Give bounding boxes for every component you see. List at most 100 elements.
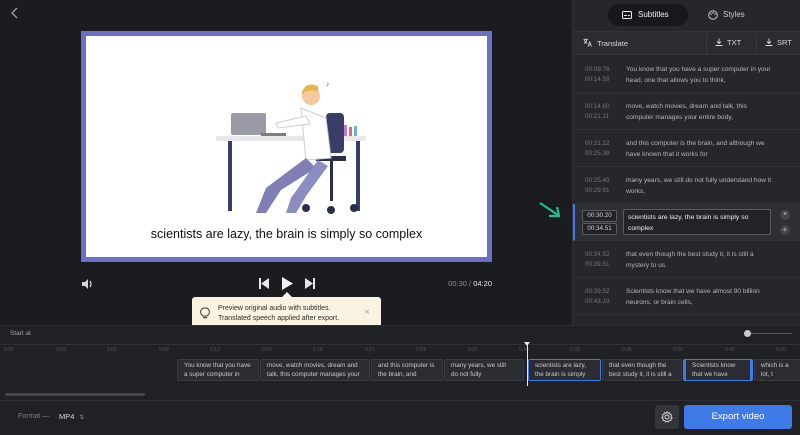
translate-button[interactable]: Translate [583, 38, 628, 48]
lightbulb-icon [200, 307, 210, 319]
clip-line: Scientists know [692, 362, 736, 369]
time-display: 00:30 / 04:20 [448, 279, 492, 288]
clip-line: the brain is simply [535, 370, 586, 378]
download-txt-button[interactable]: TXT [715, 38, 741, 47]
subtitle-text[interactable]: and this computer is the brain, and alth… [626, 138, 776, 160]
subtitle-item[interactable]: 00:21.12 00:25.39 and this computer is th… [573, 130, 800, 167]
toolbar-divider [756, 34, 757, 54]
clip-line: scientists are lazy, [535, 362, 586, 369]
export-video-button[interactable]: Export video [684, 405, 792, 429]
timeline-scrollbar[interactable] [5, 393, 145, 396]
ruler-tick: 0:18 [313, 347, 323, 353]
download-icon [765, 38, 773, 46]
subtitle-text[interactable]: Scientists know that we have almost 90 b… [626, 286, 776, 308]
volume-icon[interactable] [80, 277, 94, 291]
clip-line: and this computer is [378, 362, 435, 369]
subtitle-text-field[interactable]: scientists are lazy, the brain is simply… [623, 209, 771, 235]
translate-icon [583, 38, 592, 47]
subtitle-clip[interactable]: that even though the best study it, it is… [602, 359, 682, 381]
end-time: 00:43.19 [585, 298, 610, 305]
ruler-tick: 0:15 [262, 347, 272, 353]
subtitle-clip[interactable]: which is a lot, tis [754, 359, 800, 381]
timeline: Start at 0:00 0:03 0:06 0:09 0:12 0:15 0… [0, 325, 800, 400]
tab-styles[interactable]: Styles [701, 4, 761, 26]
subtitle-times: 00:34.52 00:39.51 [585, 250, 610, 270]
zoom-slider-track[interactable] [746, 333, 792, 334]
end-time: 00:21.11 [585, 113, 610, 120]
play-icon[interactable] [280, 276, 294, 291]
video-preview[interactable]: ♪ scientists are lazy, the brain is simp… [81, 31, 492, 262]
clip-line: which is a lot, t [761, 362, 789, 378]
start-time: 00:14.60 [585, 103, 610, 110]
clip-line: the brain, and [378, 370, 417, 378]
format-select[interactable]: MP4 ⇅ [59, 412, 84, 421]
clip-line: that even though the [609, 362, 667, 369]
start-time: 00:25.40 [585, 177, 610, 184]
subtitle-times: 00:14.60 00:21.11 [585, 102, 610, 122]
subtitle-item[interactable]: 00:09:76 00:14.59 You know that you have … [573, 56, 800, 93]
ruler-tick: 0:12 [210, 347, 220, 353]
tooltip-line2: Translated speech applied after export. [218, 315, 340, 322]
download-srt-button[interactable]: SRT [765, 38, 792, 47]
subtitles-panel: Subtitles Styles Translate TXT SRT 00:09… [572, 0, 800, 325]
back-button[interactable] [8, 6, 22, 20]
start-time: 00:21.12 [585, 140, 610, 147]
palette-icon [708, 10, 718, 20]
time-ruler[interactable]: 0:00 0:03 0:06 0:09 0:12 0:15 0:18 0:21 … [0, 344, 800, 356]
zoom-slider-handle[interactable] [744, 330, 751, 337]
ruler-tick: 0:27 [468, 347, 478, 353]
settings-button[interactable] [655, 405, 679, 429]
subtitle-text[interactable]: You know that you have a super computer … [626, 64, 776, 86]
time-separator: / [469, 279, 472, 288]
current-time: 00:30 [448, 279, 467, 288]
subtitle-text[interactable]: many years, we still do not fully unders… [626, 175, 776, 197]
subtitle-clip-highlighted[interactable]: Scientists know that we have [683, 359, 753, 381]
playhead[interactable] [524, 342, 530, 386]
tooltip-line1: Preview original audio with subtitles. [218, 305, 331, 312]
delete-subtitle-button[interactable]: × [780, 210, 790, 220]
subtitle-times: 00:21.12 00:25.39 [585, 139, 610, 159]
close-icon[interactable]: × [364, 308, 370, 318]
playback-controls: 00:30 / 04:20 [75, 276, 500, 292]
clip-line: a super computer in [184, 370, 240, 378]
clip-line: best study it, it is still a [609, 370, 672, 378]
svg-text:♪: ♪ [326, 81, 330, 88]
skip-next-icon[interactable] [304, 277, 316, 290]
subtitle-item[interactable]: 00:25.40 00:29.91 many years, we still do… [573, 167, 800, 204]
end-time: 00:29.91 [585, 187, 610, 194]
ruler-tick: 0:00 [4, 347, 14, 353]
start-at-label: Start at [10, 330, 31, 337]
subtitle-item-active[interactable]: 00:30.20 00:34.51 scientists are lazy, t… [573, 204, 800, 241]
download-icon [715, 38, 723, 46]
total-time: 04:20 [473, 279, 492, 288]
subtitle-clip[interactable]: move, watch movies, dream and talk, this … [260, 359, 370, 381]
translate-label: Translate [597, 39, 628, 48]
panel-tabs: Subtitles Styles [573, 0, 800, 30]
video-caption: scientists are lazy, the brain is simply… [150, 227, 423, 241]
start-time-field[interactable]: 00:30.20 [582, 210, 617, 222]
ruler-tick: 0:09 [159, 347, 169, 353]
subtitle-item[interactable]: 00:14.60 00:21.11 move, watch movies, dre… [573, 93, 800, 130]
subtitle-clip[interactable]: many years, we still do not fully [444, 359, 524, 381]
ruler-tick: 0:03 [56, 347, 66, 353]
ruler-tick: 0:45 [776, 347, 786, 353]
subtitle-clip-selected[interactable]: scientists are lazy, the brain is simply [528, 359, 601, 381]
end-time-field[interactable]: 00:34.51 [582, 223, 617, 235]
tab-subtitles[interactable]: Subtitles [608, 4, 688, 26]
end-time: 00:25.39 [585, 150, 610, 157]
subtitle-clip[interactable]: and this computer is the brain, and [371, 359, 443, 381]
subtitle-text[interactable]: move, watch movies, dream and talk, this… [626, 101, 776, 123]
clip-line: talk, this computer manages your [267, 370, 360, 378]
clip-line: move, watch movies, dream and [267, 362, 358, 369]
subtitle-text[interactable]: that even though the best study it, it i… [626, 249, 776, 271]
add-subtitle-button[interactable]: + [780, 225, 790, 235]
preview-stage: ♪ scientists are lazy, the brain is simp… [0, 0, 572, 325]
skip-previous-icon[interactable] [258, 277, 270, 290]
chevron-left-icon [11, 7, 18, 19]
end-time: 00:14.59 [585, 76, 610, 83]
subtitle-item[interactable]: 00:34.52 00:39.51 that even though the be… [573, 241, 800, 278]
subtitle-clip[interactable]: You know that you have a super computer i… [177, 359, 259, 381]
subtitle-list: 00:09:76 00:14.59 You know that you have … [573, 56, 800, 325]
subtitle-item[interactable]: 00:39.52 00:43.19 Scientists know that we… [573, 278, 800, 315]
start-time: 00:39.52 [585, 288, 610, 295]
